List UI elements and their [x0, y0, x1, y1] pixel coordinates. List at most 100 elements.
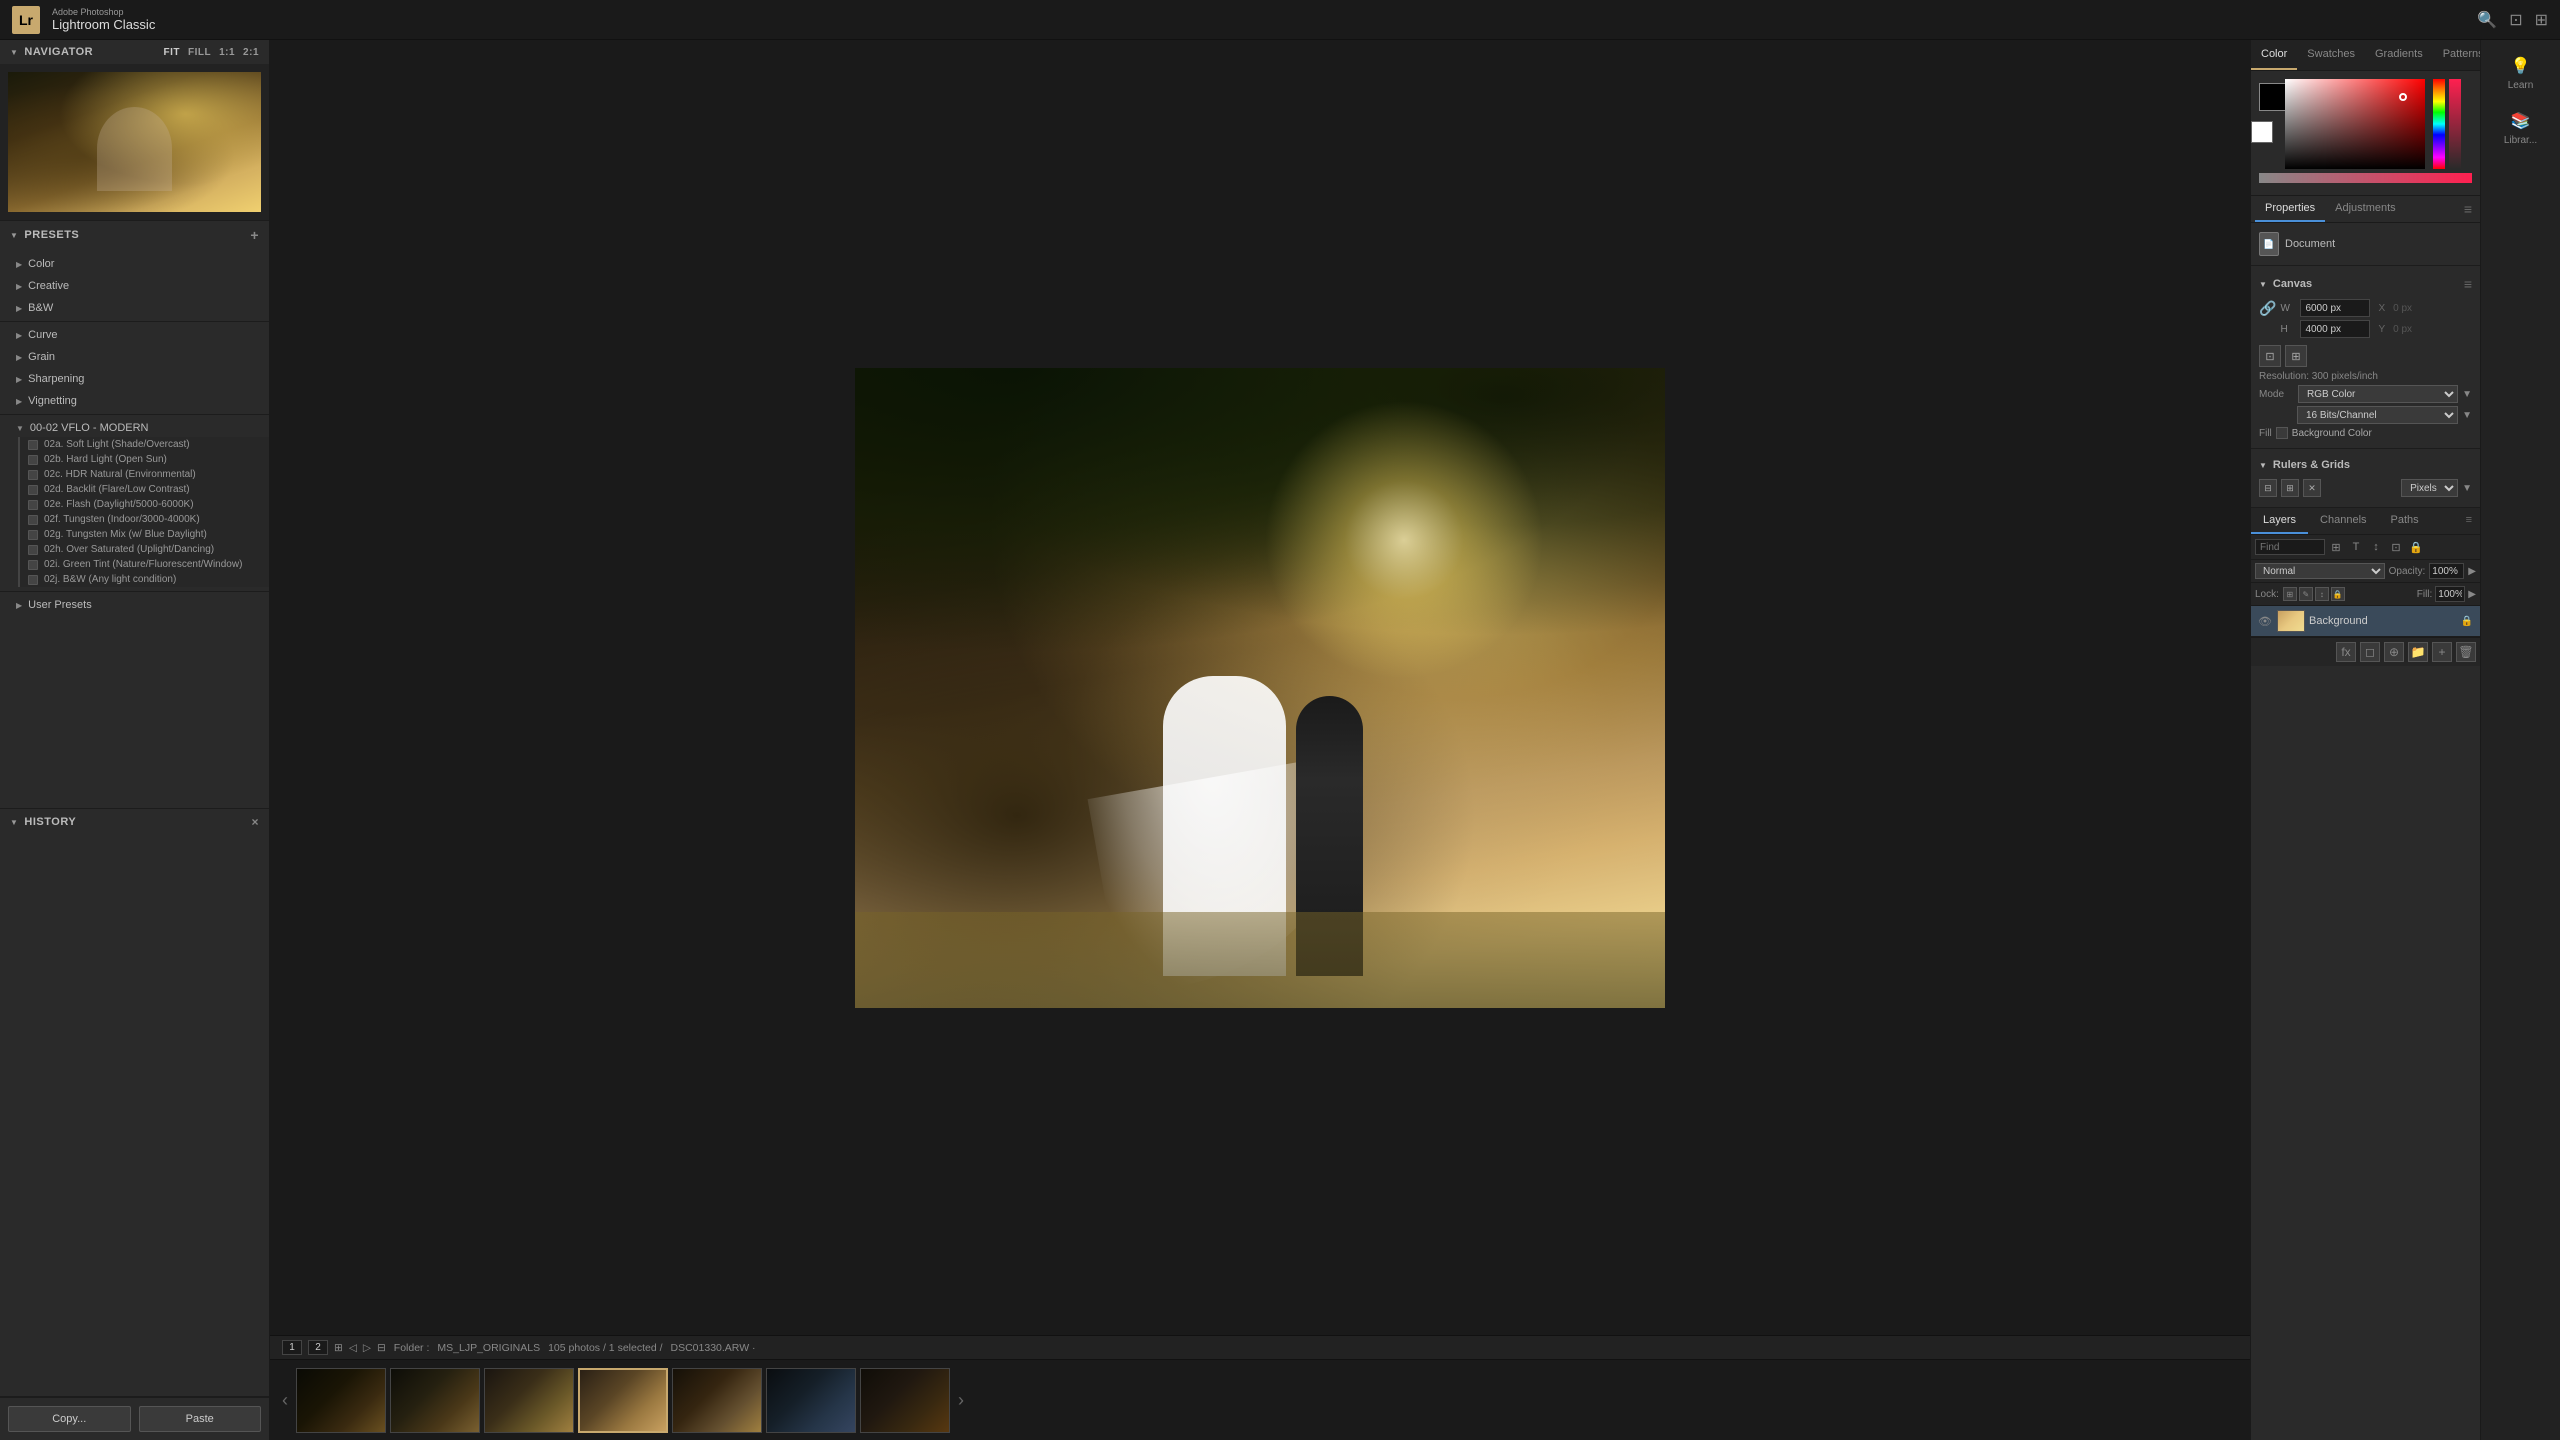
film-thumb-5[interactable]: [672, 1368, 762, 1433]
film-thumb-4[interactable]: [578, 1368, 668, 1433]
preset-group-curve-header[interactable]: ▶ Curve: [0, 326, 269, 344]
lock-icon-1[interactable]: ⊞: [2283, 587, 2297, 601]
props-menu-icon[interactable]: ≡: [2464, 201, 2472, 217]
page-2[interactable]: 2: [308, 1340, 328, 1355]
canvas-area[interactable]: [270, 40, 2250, 1335]
color-spectrum-container[interactable]: [2285, 79, 2425, 169]
lock-icon-4[interactable]: 🔒: [2331, 587, 2345, 601]
ruler-icon-3[interactable]: ✕: [2303, 479, 2321, 497]
new-layer-button[interactable]: +: [2432, 642, 2452, 662]
preset-group-creative-header[interactable]: ▶ Creative: [0, 277, 269, 295]
tab-layers[interactable]: Layers: [2251, 508, 2308, 534]
window-icon[interactable]: ⊡: [2509, 10, 2522, 30]
tab-swatches[interactable]: Swatches: [2297, 40, 2365, 70]
list-item[interactable]: 02g. Tungsten Mix (w/ Blue Daylight): [20, 527, 269, 542]
nav-2-1[interactable]: 2:1: [243, 47, 259, 58]
fill-input[interactable]: [2435, 586, 2465, 602]
opacity-bar[interactable]: [2449, 79, 2461, 169]
grid-view-icon[interactable]: ⊞: [334, 1342, 343, 1354]
add-mask-button[interactable]: ◻: [2360, 642, 2380, 662]
copy-button[interactable]: Copy...: [8, 1406, 131, 1432]
canvas-icon-1[interactable]: ⊡: [2259, 345, 2281, 367]
navigator-zoom-controls[interactable]: FIT FILL 1:1 2:1: [163, 47, 259, 58]
tab-patterns[interactable]: Patterns: [2433, 40, 2480, 70]
nav-1-1[interactable]: 1:1: [219, 47, 235, 58]
tab-gradients[interactable]: Gradients: [2365, 40, 2433, 70]
rulers-header[interactable]: ▼ Rulers & Grids: [2259, 455, 2472, 475]
rulers-unit-select[interactable]: Pixels: [2401, 479, 2458, 497]
fullscreen-icon[interactable]: ⊞: [2535, 10, 2548, 30]
layers-mode-select[interactable]: Normal: [2255, 563, 2385, 579]
list-item[interactable]: 02i. Green Tint (Nature/Fluorescent/Wind…: [20, 557, 269, 572]
preset-group-grain-header[interactable]: ▶ Grain: [0, 348, 269, 366]
history-close-button[interactable]: ×: [251, 815, 259, 829]
layer-item-background[interactable]: 👁 Background 🔒: [2251, 606, 2480, 637]
filmstrip-next[interactable]: ›: [954, 1390, 968, 1411]
color-spectrum[interactable]: [2285, 79, 2425, 169]
nav-fit[interactable]: FIT: [163, 47, 180, 58]
layer-visibility-toggle[interactable]: 👁: [2257, 613, 2273, 629]
layers-tool-5[interactable]: 🔒: [2407, 538, 2425, 556]
canvas-menu-icon[interactable]: ≡: [2464, 276, 2472, 292]
presets-header[interactable]: ▼ Presets +: [0, 221, 269, 249]
prev-icon[interactable]: ◁: [349, 1342, 357, 1354]
opacity-expand[interactable]: ▶: [2468, 566, 2476, 577]
tab-color[interactable]: Color: [2251, 40, 2297, 70]
next-icon[interactable]: ▷: [363, 1342, 371, 1354]
film-thumb-2[interactable]: [390, 1368, 480, 1433]
tab-channels[interactable]: Channels: [2308, 508, 2378, 534]
tab-paths[interactable]: Paths: [2379, 508, 2431, 534]
width-input[interactable]: [2300, 299, 2370, 317]
layers-tool-4[interactable]: ⊡: [2387, 538, 2405, 556]
new-fill-button[interactable]: ⊕: [2384, 642, 2404, 662]
layers-search-input[interactable]: [2255, 539, 2325, 555]
preset-group-vignetting-header[interactable]: ▶ Vignetting: [0, 392, 269, 410]
lock-icon-3[interactable]: ↕: [2315, 587, 2329, 601]
list-item[interactable]: 02b. Hard Light (Open Sun): [20, 452, 269, 467]
film-thumb-7[interactable]: [860, 1368, 950, 1433]
page-1[interactable]: 1: [282, 1340, 302, 1355]
fill-check[interactable]: [2276, 427, 2288, 439]
window-controls[interactable]: 🔍 ⊡ ⊞: [2477, 10, 2548, 30]
add-style-button[interactable]: fx: [2336, 642, 2356, 662]
list-item[interactable]: 02c. HDR Natural (Environmental): [20, 467, 269, 482]
fill-expand[interactable]: ▶: [2468, 589, 2476, 600]
add-preset-button[interactable]: +: [250, 227, 259, 243]
tab-properties[interactable]: Properties: [2255, 196, 2325, 222]
new-group-button[interactable]: 📁: [2408, 642, 2428, 662]
grid2-icon[interactable]: ⊟: [377, 1342, 386, 1354]
paste-button[interactable]: Paste: [139, 1406, 262, 1432]
list-item[interactable]: 02e. Flash (Daylight/5000-6000K): [20, 497, 269, 512]
lock-icon-2[interactable]: ✎: [2299, 587, 2313, 601]
list-item[interactable]: 02d. Backlit (Flare/Low Contrast): [20, 482, 269, 497]
preset-group-vflo-header[interactable]: ▼ 00-02 VFLO - MODERN: [0, 419, 269, 437]
mode-select[interactable]: RGB Color: [2298, 385, 2458, 403]
layers-tool-1[interactable]: ⊞: [2327, 538, 2345, 556]
list-item[interactable]: 02j. B&W (Any light condition): [20, 572, 269, 587]
ruler-icon-1[interactable]: ⊟: [2259, 479, 2277, 497]
search-icon[interactable]: 🔍: [2477, 10, 2497, 30]
hex-bar[interactable]: [2259, 173, 2472, 183]
layers-tool-2[interactable]: T: [2347, 538, 2365, 556]
bits-select[interactable]: 16 Bits/Channel: [2297, 406, 2458, 424]
link-icon[interactable]: 🔗: [2259, 300, 2276, 317]
list-item[interactable]: 02f. Tungsten (Indoor/3000-4000K): [20, 512, 269, 527]
delete-layer-button[interactable]: 🗑: [2456, 642, 2476, 662]
foreground-color-chip[interactable]: [2259, 83, 2287, 111]
list-item[interactable]: 02a. Soft Light (Shade/Overcast): [20, 437, 269, 452]
history-header[interactable]: ▼ History ×: [0, 809, 269, 835]
preset-group-user-header[interactable]: ▶ User Presets: [0, 596, 269, 614]
canvas-header[interactable]: ▼ Canvas ≡: [2259, 272, 2472, 296]
nav-fill[interactable]: FILL: [188, 47, 211, 58]
preset-group-color-header[interactable]: ▶ Color: [0, 255, 269, 273]
canvas-icon-2[interactable]: ⊞: [2285, 345, 2307, 367]
height-input[interactable]: [2300, 320, 2370, 338]
background-color-chip[interactable]: [2251, 121, 2273, 143]
opacity-input[interactable]: [2429, 563, 2464, 579]
filmstrip-prev[interactable]: ‹: [278, 1390, 292, 1411]
history-controls[interactable]: ×: [251, 815, 259, 829]
navigator-header[interactable]: ▼ Navigator FIT FILL 1:1 2:1: [0, 40, 269, 64]
tab-adjustments[interactable]: Adjustments: [2325, 196, 2406, 222]
hue-bar[interactable]: [2433, 79, 2445, 169]
libraries-tab[interactable]: 📚 Librar...: [2481, 103, 2560, 154]
